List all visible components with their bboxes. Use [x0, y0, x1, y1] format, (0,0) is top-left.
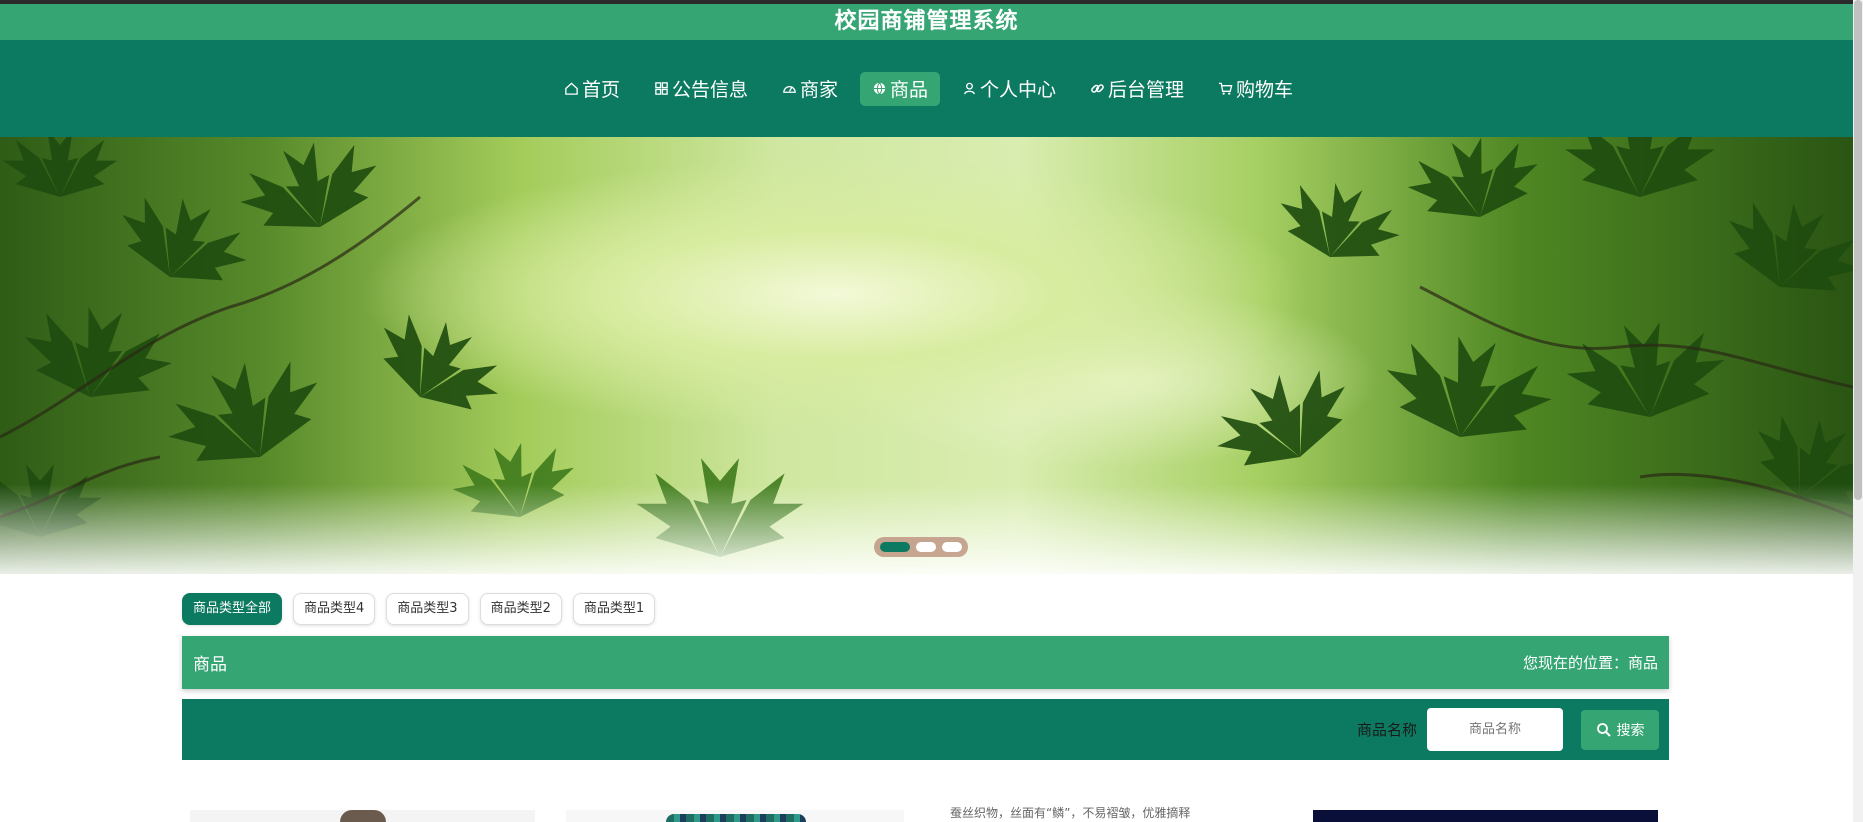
nav-item-home[interactable]: 首页: [552, 72, 632, 106]
nav-item-label: 商家: [799, 79, 838, 101]
nav-item-profile[interactable]: 个人中心: [950, 72, 1068, 106]
hero-carousel[interactable]: [0, 137, 1853, 574]
category-tab-3[interactable]: 商品类型3: [386, 593, 469, 625]
category-tabs: 商品类型全部 商品类型4 商品类型3 商品类型2 商品类型1: [182, 593, 656, 625]
link-icon: [1091, 84, 1104, 93]
category-tab-2[interactable]: 商品类型2: [479, 593, 562, 625]
carousel-dot[interactable]: [916, 542, 936, 552]
search-input[interactable]: [1427, 708, 1563, 751]
nav-item-label: 后台管理: [1108, 79, 1185, 101]
gauge-icon: [783, 86, 796, 93]
product-card-image[interactable]: [1313, 810, 1658, 822]
page-title: 商品: [193, 655, 227, 675]
carousel-dot[interactable]: [880, 542, 910, 552]
globe-icon: [873, 82, 886, 95]
product-list: 蚕丝织物，丝面有“鳞”，不易褶皱，优雅摘释: [182, 804, 1672, 822]
nav-item-label: 购物车: [1236, 79, 1294, 101]
current-location: 您现在的位置：商品: [1522, 654, 1658, 672]
nav-item-cart[interactable]: 购物车: [1206, 72, 1305, 106]
page-scrollbar[interactable]: [1853, 0, 1863, 822]
banner-fade: [0, 484, 1853, 574]
search-label: 商品名称: [1356, 721, 1417, 739]
category-tab-4[interactable]: 商品类型4: [293, 593, 376, 625]
category-tab-1[interactable]: 商品类型1: [572, 593, 656, 625]
product-card-image[interactable]: [566, 810, 904, 822]
search-button[interactable]: 搜索: [1581, 709, 1659, 750]
nav-item-label: 公告信息: [671, 79, 748, 101]
nav-item-announcements[interactable]: 公告信息: [642, 72, 760, 106]
title-bar: 校园商铺管理系统: [0, 4, 1853, 40]
search-bar: 商品名称 搜索: [182, 699, 1669, 760]
breadcrumb: 商品 您现在的位置：商品: [182, 636, 1669, 689]
product-photo-person: [340, 810, 386, 822]
search-icon: [1596, 722, 1611, 737]
home-icon: [565, 82, 578, 95]
nav-item-label: 首页: [581, 79, 620, 101]
nav-item-label: 个人中心: [980, 79, 1057, 101]
nav-item-products[interactable]: 商品: [859, 71, 940, 106]
nav-item-label: 商品: [889, 79, 928, 101]
search-button-label: 搜索: [1616, 722, 1645, 739]
scrollbar-thumb[interactable]: [1854, 0, 1862, 500]
nav-item-admin[interactable]: 后台管理: [1078, 72, 1196, 106]
category-tab-all[interactable]: 商品类型全部: [182, 593, 283, 625]
main-nav: 首页 公告信息 商家 商品 个人中心 后台管理 购物车: [0, 40, 1853, 137]
carousel-dot[interactable]: [942, 542, 962, 552]
product-card-text[interactable]: 蚕丝织物，丝面有“鳞”，不易褶皱，优雅摘释: [950, 804, 1290, 822]
app-title: 校园商铺管理系统: [834, 9, 1019, 34]
product-card-image[interactable]: [190, 810, 535, 822]
grid-icon: [655, 82, 668, 95]
cart-icon: [1218, 82, 1233, 95]
product-photo-bracelet: [666, 814, 806, 822]
user-icon: [964, 82, 975, 95]
nav-item-merchants[interactable]: 商家: [770, 72, 850, 106]
carousel-indicators: [874, 537, 968, 557]
